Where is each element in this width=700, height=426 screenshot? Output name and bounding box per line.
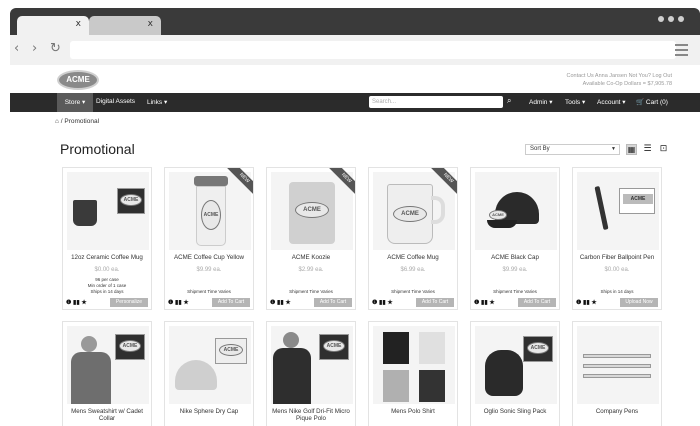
product-price: $9.99 ea. bbox=[196, 267, 222, 273]
add-to-cart-button[interactable]: Add To Cart bbox=[314, 298, 352, 307]
nav-tools[interactable]: Tools ▾ bbox=[565, 98, 585, 106]
product-image[interactable]: ACME bbox=[67, 172, 149, 250]
product-card[interactable]: ACME NEW ACME Koozie $2.99 ea. Shipment … bbox=[266, 167, 356, 310]
acme-logo[interactable]: ACME bbox=[57, 70, 99, 90]
product-card[interactable]: ACME Carbon Fiber Ballpoint Pen $0.00 ea… bbox=[572, 167, 662, 310]
add-to-cart-button[interactable]: Add To Cart bbox=[212, 298, 250, 307]
browser-toolbar: ‹ › ↻ bbox=[10, 35, 700, 65]
product-card[interactable]: ACME Nike Sphere Dry Cap bbox=[164, 321, 254, 426]
product-name[interactable]: Company Pens bbox=[575, 408, 659, 415]
product-price: $2.99 ea. bbox=[298, 267, 324, 273]
product-image[interactable]: ACME bbox=[475, 326, 557, 404]
product-image[interactable]: ACME bbox=[271, 172, 353, 250]
breadcrumb: ⌂ / Promotional bbox=[55, 118, 100, 125]
nav-store[interactable]: Store ▾ bbox=[57, 93, 93, 112]
product-name[interactable]: Mens Sweatshirt w/ Cadet Collar bbox=[65, 408, 149, 422]
list-view-icon[interactable]: ☰ bbox=[642, 144, 653, 155]
menu-icon[interactable] bbox=[675, 44, 688, 56]
site-header: ACME Contact Us Anna Jansen Not You? Log… bbox=[10, 65, 700, 93]
close-view-icon[interactable]: ⊡ bbox=[658, 144, 669, 155]
product-card[interactable]: ACME ACME Black Cap $9.99 ea. Shipment T… bbox=[470, 167, 560, 310]
search-icon[interactable]: ⌕ bbox=[507, 96, 511, 106]
forward-icon[interactable]: › bbox=[32, 41, 37, 56]
product-image[interactable]: ACME bbox=[475, 172, 557, 250]
product-name[interactable]: ACME Coffee Cup Yellow bbox=[167, 254, 251, 261]
browser-tab-2[interactable]: x bbox=[89, 16, 161, 35]
breadcrumb-current: Promotional bbox=[64, 118, 100, 125]
product-name[interactable]: Mens Polo Shirt bbox=[371, 408, 455, 415]
product-icons[interactable]: ❶ ▮▮ ★ bbox=[168, 299, 189, 306]
product-card[interactable]: ACME NEW ACME Coffee Cup Yellow $9.99 ea… bbox=[164, 167, 254, 310]
search-input[interactable]: Search... bbox=[369, 96, 503, 108]
window-dot[interactable] bbox=[668, 16, 674, 22]
address-bar[interactable] bbox=[70, 41, 676, 59]
product-name[interactable]: 12oz Ceramic Coffee Mug bbox=[65, 254, 149, 261]
shipment-info: Shipment Time Varies bbox=[493, 289, 537, 294]
product-image[interactable]: ACME bbox=[67, 326, 149, 404]
nav-account[interactable]: Account ▾ bbox=[597, 98, 626, 106]
shipment-info: Shipment Time Varies bbox=[391, 289, 435, 294]
home-icon[interactable]: ⌂ bbox=[55, 118, 59, 125]
product-name[interactable]: Carbon Fiber Ballpoint Pen bbox=[575, 254, 659, 261]
product-icons[interactable]: ❶ ▮▮ ★ bbox=[372, 299, 393, 306]
close-tab-icon[interactable]: x bbox=[76, 19, 81, 29]
product-name[interactable]: Mens Nike Golf Dri-Fit Micro Pique Polo bbox=[269, 408, 353, 422]
product-image[interactable]: ACME bbox=[577, 172, 659, 250]
product-card[interactable]: ACME NEW ACME Coffee Mug $6.99 ea. Shipm… bbox=[368, 167, 458, 310]
nav-cart[interactable]: 🛒 Cart (0) bbox=[636, 98, 668, 106]
product-image[interactable]: ACME bbox=[271, 326, 353, 404]
window-dot[interactable] bbox=[658, 16, 664, 22]
product-image[interactable] bbox=[577, 326, 659, 404]
main-navbar: Store ▾ Digital Assets Links ▾ Search...… bbox=[10, 93, 700, 112]
product-name[interactable]: Oglio Sonic Sling Pack bbox=[473, 408, 557, 415]
product-price: $0.00 ea. bbox=[94, 267, 120, 273]
close-tab-icon[interactable]: x bbox=[148, 19, 153, 29]
nav-digital-assets[interactable]: Digital Assets bbox=[96, 98, 135, 105]
reload-icon[interactable]: ↻ bbox=[50, 41, 61, 56]
product-image[interactable]: ACME bbox=[169, 172, 251, 250]
add-to-cart-button[interactable]: Add To Cart bbox=[518, 298, 556, 307]
nav-links[interactable]: Links ▾ bbox=[147, 98, 167, 106]
product-name[interactable]: ACME Black Cap bbox=[473, 254, 557, 261]
product-name[interactable]: ACME Koozie bbox=[269, 254, 353, 261]
contact-line[interactable]: Contact Us Anna Jansen Not You? Log Out bbox=[567, 72, 673, 80]
product-card[interactable]: ACME Mens Sweatshirt w/ Cadet Collar bbox=[62, 321, 152, 426]
product-card[interactable]: ACME Mens Nike Golf Dri-Fit Micro Pique … bbox=[266, 321, 356, 426]
product-card[interactable]: ACME Oglio Sonic Sling Pack bbox=[470, 321, 560, 426]
product-card[interactable]: Mens Polo Shirt bbox=[368, 321, 458, 426]
add-to-cart-button[interactable]: Add To Cart bbox=[416, 298, 454, 307]
shipment-info: Shipment Time Varies bbox=[187, 289, 231, 294]
product-price: $0.00 ea. bbox=[604, 267, 630, 273]
product-card[interactable]: Company Pens bbox=[572, 321, 662, 426]
product-detail: 96 per case Min order of 1 case Ships in… bbox=[87, 277, 127, 294]
grid-view-icon[interactable]: ▦ bbox=[626, 144, 637, 155]
product-image[interactable]: ACME bbox=[169, 326, 251, 404]
upload-now-button[interactable]: Upload Now bbox=[620, 298, 658, 307]
back-icon[interactable]: ‹ bbox=[14, 41, 19, 56]
product-name[interactable]: Nike Sphere Dry Cap bbox=[167, 408, 251, 415]
product-name[interactable]: ACME Coffee Mug bbox=[371, 254, 455, 261]
product-image[interactable]: ACME bbox=[373, 172, 455, 250]
product-image[interactable] bbox=[373, 326, 455, 404]
product-price: $6.99 ea. bbox=[400, 267, 426, 273]
product-icons[interactable]: ❶ ▮▮ ★ bbox=[576, 299, 597, 306]
shipment-info: Ships in 14 days bbox=[600, 289, 634, 294]
account-info: Contact Us Anna Jansen Not You? Log Out … bbox=[567, 72, 673, 88]
coop-dollars: Available Co-Op Dollars = $7,905.78 bbox=[582, 81, 672, 87]
page-title: Promotional bbox=[60, 141, 135, 157]
nav-admin[interactable]: Admin ▾ bbox=[529, 98, 553, 106]
browser-tab-1[interactable]: x bbox=[17, 16, 89, 35]
sort-select[interactable]: Sort By ▼ bbox=[525, 144, 620, 155]
window-dot[interactable] bbox=[678, 16, 684, 22]
product-icons[interactable]: ❶ ▮▮ ★ bbox=[270, 299, 291, 306]
window-controls bbox=[658, 16, 684, 22]
product-icons[interactable]: ❶ ▮▮ ★ bbox=[66, 299, 87, 306]
product-price: $9.99 ea. bbox=[502, 267, 528, 273]
product-card[interactable]: ACME 12oz Ceramic Coffee Mug $0.00 ea. 9… bbox=[62, 167, 152, 310]
shipment-info: Shipment Time Varies bbox=[289, 289, 333, 294]
personalize-button[interactable]: Personalize bbox=[110, 298, 148, 307]
product-icons[interactable]: ❶ ▮▮ ★ bbox=[474, 299, 495, 306]
